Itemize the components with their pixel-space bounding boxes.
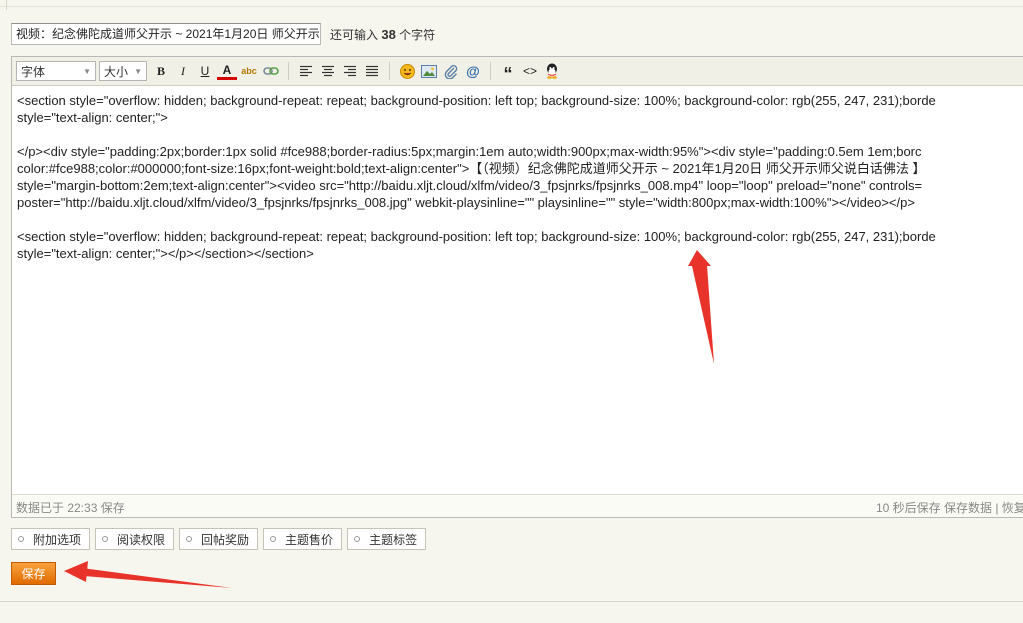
editor-content[interactable]: <section style="overflow: hidden; backgr… <box>12 86 1023 494</box>
rich-text-editor: 字体 ▼ 大小 ▼ B I U A abc @ “ <> <section st… <box>11 56 1023 518</box>
bullet-icon <box>186 536 193 542</box>
title-input[interactable]: 视频：纪念佛陀成道师父开示 ~ 2021年1月20日 师父开示 <box>11 23 321 45</box>
quote-icon[interactable]: “ <box>498 61 518 84</box>
remaining-count: 38 <box>381 26 396 42</box>
font-size-label: 大小 <box>104 64 129 79</box>
chevron-down-icon: ▼ <box>83 66 91 76</box>
left-divider <box>0 0 7 10</box>
code-line: </p><div style="padding:2px;border:1px s… <box>17 144 922 159</box>
code-line: color:#fce988;color:#000000;font-size:16… <box>17 161 926 176</box>
spellcheck-icon[interactable]: abc <box>239 61 259 81</box>
at-icon[interactable]: @ <box>463 61 483 81</box>
code-line: style="text-align: center;"> <box>17 110 168 125</box>
justify-icon[interactable] <box>362 61 382 81</box>
save-data-links[interactable]: 10 秒后保存 保存数据 | 恢复 <box>876 499 1023 516</box>
toolbar-separator <box>288 62 289 80</box>
bold-icon[interactable]: B <box>151 61 171 81</box>
code-line: poster="http://baidu.xljt.cloud/xlfm/vid… <box>17 195 915 210</box>
font-family-label: 字体 <box>21 64 46 79</box>
remaining-chars: 还可输入 38 个字符 <box>330 26 435 43</box>
option-label: 主题售价 <box>285 532 334 547</box>
italic-icon[interactable]: I <box>173 61 193 81</box>
editor-toolbar: 字体 ▼ 大小 ▼ B I U A abc @ “ <> <box>12 57 1023 86</box>
chevron-down-icon: ▼ <box>134 66 142 76</box>
editor-statusbar: 数据已于 22:33 保存 10 秒后保存 保存数据 | 恢复 <box>12 494 1023 517</box>
title-row: 视频：纪念佛陀成道师父开示 ~ 2021年1月20日 师父开示 还可输入 38 … <box>11 22 435 46</box>
code-line: <section style="overflow: hidden; backgr… <box>17 229 936 244</box>
attachment-icon[interactable] <box>441 61 461 81</box>
underline-icon[interactable]: U <box>195 61 215 81</box>
emoji-icon[interactable] <box>397 61 417 81</box>
option-label: 阅读权限 <box>117 532 166 547</box>
align-right-icon[interactable] <box>340 61 360 81</box>
option-label: 主题标签 <box>369 532 418 547</box>
font-family-select[interactable]: 字体 ▼ <box>16 61 96 81</box>
code-icon[interactable]: <> <box>520 61 540 81</box>
post-options: 附加选项 阅读权限 回帖奖励 主题售价 主题标签 <box>11 528 431 550</box>
code-line: style="margin-bottom:2em;text-align:cent… <box>17 178 923 193</box>
qq-icon[interactable] <box>542 61 562 81</box>
bottom-divider <box>0 601 1023 602</box>
toolbar-separator <box>490 62 491 80</box>
font-color-icon[interactable]: A <box>217 62 237 80</box>
code-line: style="text-align: center;"></p></sectio… <box>17 246 314 261</box>
option-label: 回帖奖励 <box>201 532 250 547</box>
align-center-icon[interactable] <box>318 61 338 81</box>
option-attachments[interactable]: 附加选项 <box>11 528 91 550</box>
link-icon[interactable] <box>261 61 281 81</box>
code-line: <section style="overflow: hidden; backgr… <box>17 93 936 108</box>
font-size-select[interactable]: 大小 ▼ <box>99 61 147 81</box>
align-left-icon[interactable] <box>296 61 316 81</box>
remaining-suffix: 个字符 <box>399 27 436 42</box>
autosave-status: 数据已于 22:33 保存 <box>16 501 125 515</box>
option-topic-tags[interactable]: 主题标签 <box>347 528 427 550</box>
toolbar-separator <box>389 62 390 80</box>
bullet-icon <box>18 536 24 542</box>
option-read-permission[interactable]: 阅读权限 <box>95 528 175 550</box>
save-button[interactable]: 保存 <box>11 562 56 585</box>
annotation-arrow-left <box>64 561 232 588</box>
option-label: 附加选项 <box>33 532 82 547</box>
bullet-icon <box>354 536 361 542</box>
option-reply-reward[interactable]: 回帖奖励 <box>179 528 259 550</box>
remaining-prefix: 还可输入 <box>330 27 379 42</box>
bullet-icon <box>102 536 109 542</box>
image-icon[interactable] <box>419 61 439 81</box>
top-divider <box>0 0 1023 7</box>
bullet-icon <box>270 536 277 542</box>
option-topic-price[interactable]: 主题售价 <box>263 528 343 550</box>
